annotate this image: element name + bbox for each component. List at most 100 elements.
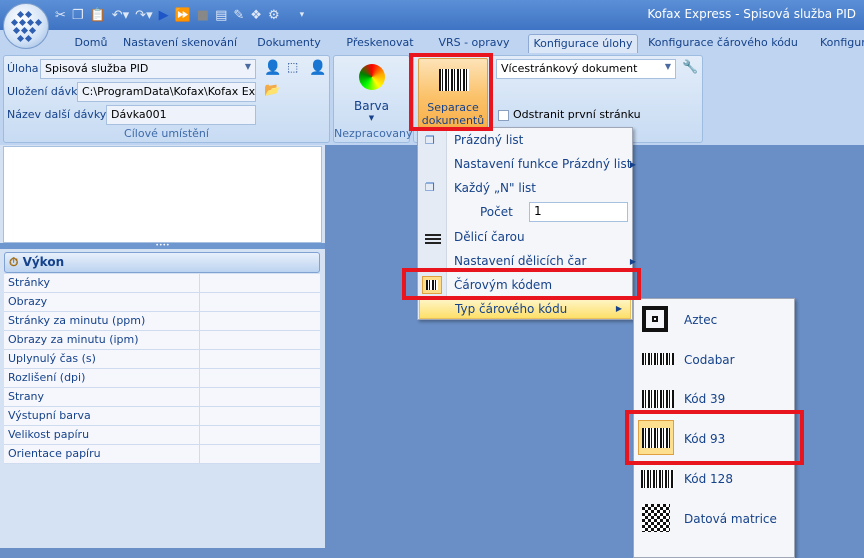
next-batch-label: Název další dávky bbox=[7, 108, 107, 121]
batch-icon[interactable]: ▤ bbox=[215, 8, 227, 23]
fast-forward-icon[interactable]: ⏩ bbox=[175, 8, 191, 23]
performance-row: Uplynulý čas (s) bbox=[4, 350, 320, 369]
task-value: Spisová služba PID bbox=[45, 62, 149, 75]
group-label: Nezpracovaný bbox=[334, 127, 413, 140]
tab-vrs-opravy[interactable]: VRS - opravy bbox=[434, 34, 514, 53]
performance-row: Obrazy bbox=[4, 293, 320, 312]
performance-row-label: Obrazy bbox=[8, 295, 48, 308]
tab-domu[interactable]: Domů bbox=[62, 34, 120, 53]
wrench-icon[interactable]: 🔧 bbox=[682, 60, 698, 75]
stopwatch-icon: ⏱ bbox=[9, 255, 19, 269]
performance-row-value bbox=[199, 426, 200, 444]
ribbon-tabs: Domů Nastavení skenování Dokumenty Přesk… bbox=[0, 30, 864, 53]
tab-preskenovat[interactable]: Přeskenovat bbox=[340, 34, 420, 53]
performance-row-value bbox=[199, 388, 200, 406]
export-icon[interactable]: ✎ bbox=[233, 8, 244, 23]
tab-konfigurace-more[interactable]: Konfigura bbox=[812, 34, 864, 53]
thumbnail-area bbox=[3, 146, 322, 243]
submenu-arrow-icon: ▶ bbox=[629, 160, 636, 169]
modules-icon[interactable]: ❖ bbox=[250, 8, 262, 23]
task-select[interactable]: Spisová služba PID ▼ bbox=[40, 59, 256, 79]
every-n-page-icon: ❐ bbox=[425, 181, 435, 194]
performance-row-label: Velikost papíru bbox=[8, 428, 90, 441]
remove-first-page-checkbox[interactable] bbox=[498, 110, 509, 121]
folder-icon[interactable]: 📂 bbox=[264, 83, 280, 98]
delete-task-icon[interactable]: 👤 bbox=[309, 60, 326, 76]
left-panel: •••• ⏱ Výkon Stránky Obrazy Stránky za min… bbox=[0, 145, 325, 548]
submenu-item-code128[interactable]: Kód 128 bbox=[684, 472, 733, 486]
performance-title: Výkon bbox=[22, 255, 65, 269]
aztec-icon bbox=[642, 306, 668, 332]
tab-dokumenty[interactable]: Dokumenty bbox=[252, 34, 326, 53]
submenu-arrow-icon: ▶ bbox=[629, 257, 636, 266]
title-bar: ✂ ❐ 📋 ↶▾ ↷▾ ▶ ⏩ ■ ▤ ✎ ❖ ⚙ ▾ Kofax Express - Spisová … bbox=[0, 0, 864, 30]
batch-path-label: Uložení dávky bbox=[7, 85, 84, 98]
menu-item-every-n-page[interactable]: Každý „N" list bbox=[454, 181, 536, 195]
performance-row-value bbox=[199, 369, 200, 387]
performance-row-label: Stránky za minutu (ppm) bbox=[8, 314, 146, 327]
submenu-item-codabar[interactable]: Codabar bbox=[684, 353, 735, 367]
performance-row: Výstupní barva bbox=[4, 407, 320, 426]
splitter-handle[interactable]: •••• bbox=[0, 243, 325, 249]
separator-line-icon bbox=[425, 234, 441, 244]
new-task-icon[interactable]: 👤 bbox=[264, 60, 281, 76]
chevron-down-icon: ▼ bbox=[244, 62, 251, 71]
submenu-item-code39[interactable]: Kód 39 bbox=[684, 392, 725, 406]
blank-page-icon: ❐ bbox=[425, 134, 435, 147]
menu-item-barcode-type[interactable]: Typ čárového kódu ▶ bbox=[419, 298, 631, 319]
performance-row-label: Uplynulý čas (s) bbox=[8, 352, 96, 365]
next-batch-field[interactable]: Dávka001 bbox=[106, 105, 256, 125]
group-label: Cílové umístění bbox=[124, 127, 209, 140]
redo-icon[interactable]: ↷▾ bbox=[135, 8, 152, 23]
cut-icon[interactable]: ✂ bbox=[55, 8, 66, 23]
group-raw: Barva ▼ Nezpracovaný bbox=[333, 55, 413, 143]
performance-row-label: Obrazy za minutu (ipm) bbox=[8, 333, 139, 346]
barcode-type-label: Typ čárového kódu bbox=[455, 302, 568, 316]
task-label: Úloha bbox=[7, 62, 39, 75]
color-wheel-icon bbox=[359, 64, 385, 90]
customize-icon[interactable]: ▾ bbox=[300, 10, 305, 20]
code128-icon bbox=[641, 470, 674, 488]
highlight-box bbox=[625, 410, 804, 465]
menu-item-separator-line[interactable]: Dělicí čarou bbox=[454, 230, 525, 244]
chevron-down-icon: ▼ bbox=[664, 62, 671, 71]
copy-icon[interactable]: ❐ bbox=[72, 8, 84, 23]
performance-row-value bbox=[199, 274, 200, 292]
window-title: Kofax Express - Spisová služba PID bbox=[647, 7, 856, 21]
performance-row-value bbox=[199, 407, 200, 425]
tab-konfigurace-caroveho-kodu[interactable]: Konfigurace čárového kódu bbox=[648, 34, 798, 53]
count-input[interactable]: 1 bbox=[529, 202, 628, 222]
codabar-icon bbox=[642, 353, 674, 365]
performance-row: Orientace papíru bbox=[4, 445, 320, 464]
tab-nastaveni-skenovani[interactable]: Nastavení skenování bbox=[122, 34, 238, 53]
submenu-item-data-matrix[interactable]: Datová matrice bbox=[684, 512, 777, 526]
settings-icon[interactable]: ⚙ bbox=[268, 8, 280, 23]
performance-row-label: Výstupní barva bbox=[8, 409, 91, 422]
remove-first-page-label: Odstranit první stránku bbox=[513, 108, 641, 121]
performance-row: Obrazy za minutu (ipm) bbox=[4, 331, 320, 350]
menu-item-separator-line-settings[interactable]: Nastavení dělicích čar ▶ bbox=[454, 254, 636, 268]
performance-row: Velikost papíru bbox=[4, 426, 320, 445]
performance-row-label: Strany bbox=[8, 390, 45, 403]
submenu-item-aztec[interactable]: Aztec bbox=[684, 313, 717, 327]
chevron-down-icon: ▼ bbox=[368, 114, 375, 122]
code39-icon bbox=[642, 390, 674, 408]
batch-path-field[interactable]: C:\ProgramData\Kofax\Kofax Ex... bbox=[77, 82, 256, 102]
app-logo-button[interactable] bbox=[3, 3, 49, 49]
menu-item-blank-page-settings[interactable]: Nastavení funkce Prázdný list ▶ bbox=[454, 157, 636, 171]
stop-icon[interactable]: ■ bbox=[197, 8, 209, 23]
color-button[interactable]: Barva bbox=[334, 99, 409, 113]
undo-icon[interactable]: ↶▾ bbox=[112, 8, 129, 23]
document-type-select[interactable]: Vícestránkový dokument ▼ bbox=[496, 59, 676, 79]
tab-konfigurace-ulohy[interactable]: Konfigurace úlohy bbox=[528, 34, 638, 53]
paste-icon[interactable]: 📋 bbox=[90, 8, 106, 23]
menu-item-blank-page[interactable]: Prázdný list bbox=[454, 133, 523, 147]
select-task-icon[interactable]: ⬚ bbox=[287, 60, 298, 74]
group-destination: Úloha Spisová služba PID ▼ 👤 ⬚ 👤 Uložení … bbox=[3, 55, 330, 143]
performance-row-value bbox=[199, 293, 200, 311]
highlight-box bbox=[409, 53, 493, 131]
quick-access-toolbar: ✂ ❐ 📋 ↶▾ ↷▾ ▶ ⏩ ■ ▤ ✎ ❖ ⚙ ▾ bbox=[55, 4, 355, 26]
performance-row: Stránky bbox=[4, 274, 320, 293]
play-icon[interactable]: ▶ bbox=[159, 8, 169, 23]
submenu-arrow-icon: ▶ bbox=[615, 304, 622, 313]
